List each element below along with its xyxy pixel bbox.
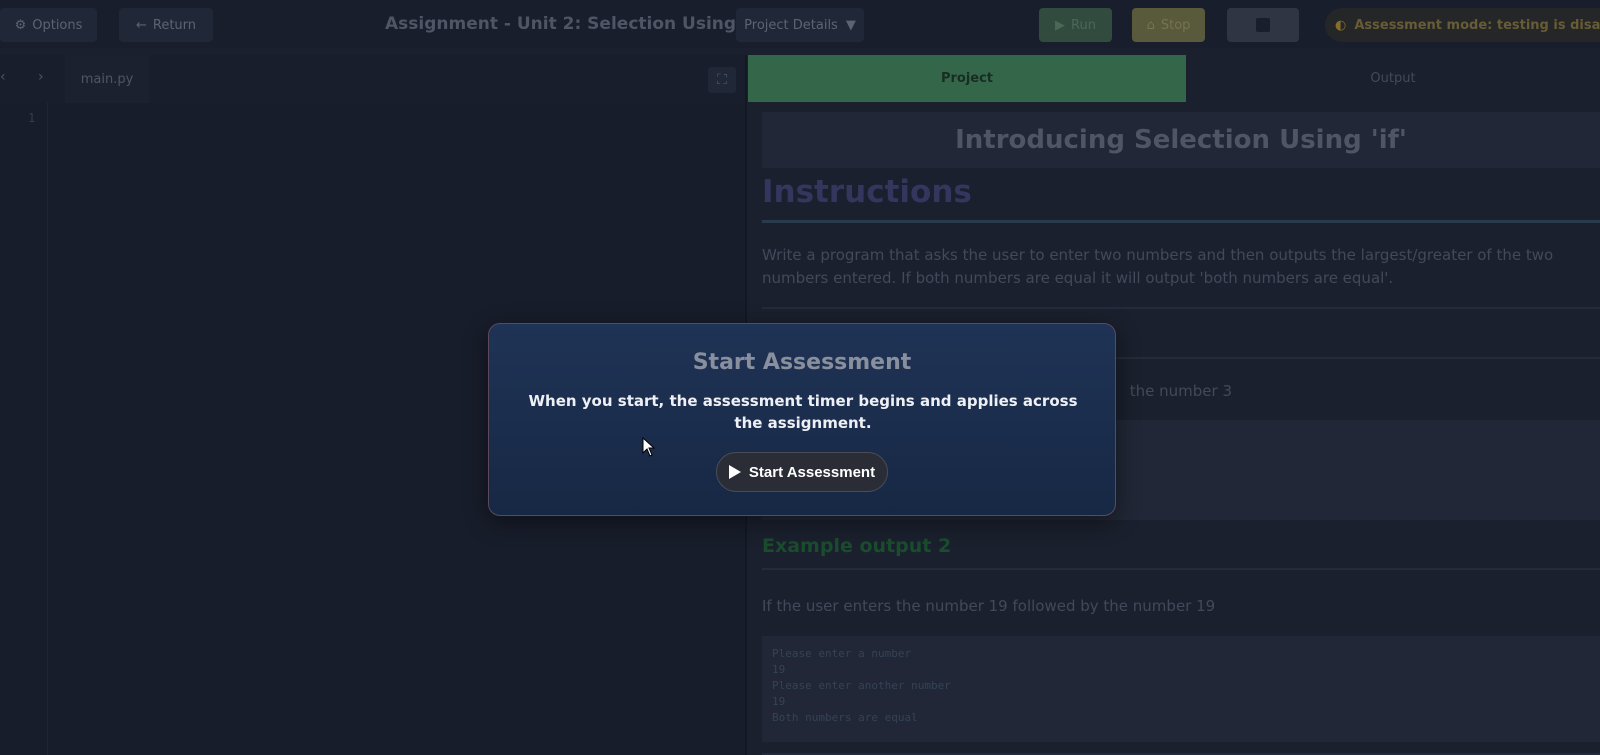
start-assessment-button[interactable]: Start Assessment — [716, 452, 888, 492]
modal-description: When you start, the assessment timer beg… — [528, 392, 1078, 432]
mouse-cursor-icon — [642, 437, 656, 457]
start-assessment-label: Start Assessment — [748, 463, 876, 481]
start-assessment-modal: Start Assessment When you start, the ass… — [488, 323, 1116, 516]
modal-title: Start Assessment — [692, 350, 912, 375]
play-icon — [728, 465, 741, 479]
